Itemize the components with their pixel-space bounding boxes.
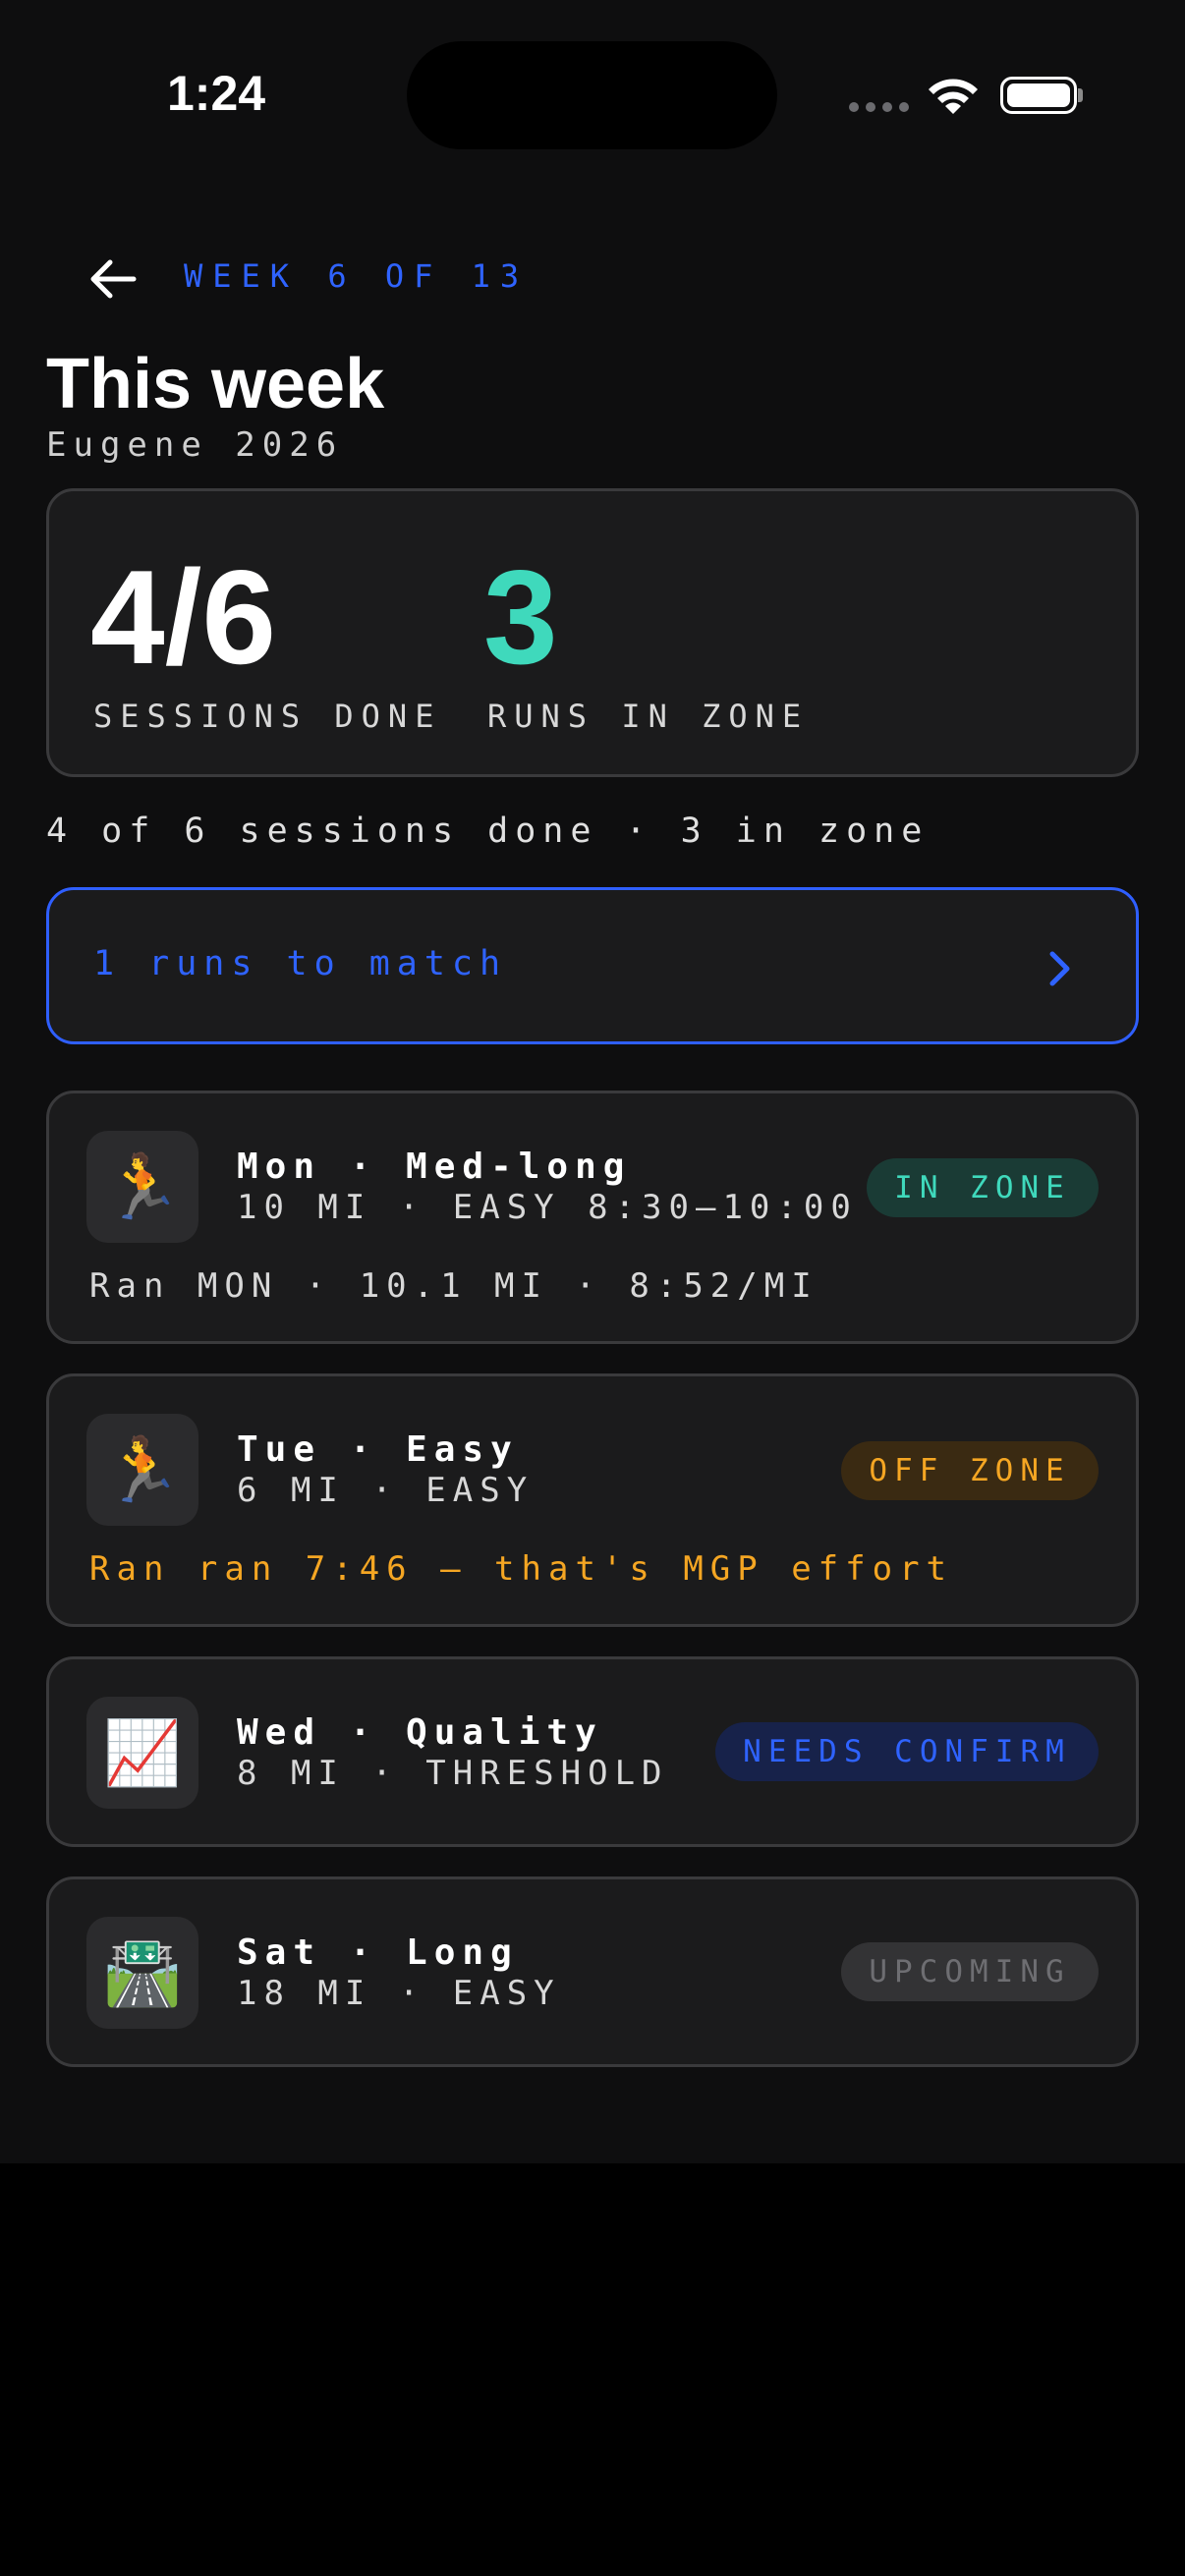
session-note: Ran ran 7:46 — that's MGP effort xyxy=(89,1549,954,1589)
session-subtitle: 18 MI · EASY xyxy=(237,1974,561,2013)
session-card-sat[interactable]: 🛣️ Sat · Long 18 MI · EASY UPCOMING xyxy=(46,1876,1139,2067)
session-title: Wed · Quality xyxy=(237,1712,603,1753)
battery-icon xyxy=(1000,77,1077,114)
status-badge: OFF ZONE xyxy=(841,1441,1099,1500)
session-note: Ran MON · 10.1 MI · 8:52/MI xyxy=(89,1266,818,1306)
week-label: WEEK 6 OF 13 xyxy=(184,257,530,295)
chevron-right-icon xyxy=(1049,951,1070,986)
status-badge: UPCOMING xyxy=(841,1942,1099,2001)
session-subtitle: 10 MI · EASY 8:30–10:00 xyxy=(237,1188,858,1227)
dynamic-island xyxy=(407,41,777,149)
session-subtitle: 6 MI · EASY xyxy=(237,1471,535,1510)
cellular-signal-icon xyxy=(849,102,909,112)
session-title: Mon · Med-long xyxy=(237,1147,632,1187)
sessions-done-value: 4/6 xyxy=(90,542,277,692)
session-title: Sat · Long xyxy=(237,1932,519,1973)
back-arrow-icon[interactable] xyxy=(86,253,138,305)
battery-cap xyxy=(1078,88,1083,102)
sessions-done-label: SESSIONS DONE xyxy=(93,698,442,735)
chart-increasing-icon: 📈 xyxy=(86,1697,198,1809)
session-card-wed[interactable]: 📈 Wed · Quality 8 MI · THRESHOLD NEEDS C… xyxy=(46,1656,1139,1847)
session-title: Tue · Easy xyxy=(237,1429,519,1470)
motorway-icon: 🛣️ xyxy=(86,1917,198,2029)
stats-card: 4/6 3 SESSIONS DONE RUNS IN ZONE xyxy=(46,488,1139,777)
session-card-tue[interactable]: 🏃 Tue · Easy 6 MI · EASY OFF ZONE Ran ra… xyxy=(46,1373,1139,1627)
week-summary: 4 of 6 sessions done · 3 in zone xyxy=(46,812,930,851)
runs-in-zone-value: 3 xyxy=(483,542,558,692)
page-subtitle: Eugene 2026 xyxy=(46,425,344,465)
status-time: 1:24 xyxy=(167,66,266,121)
runs-to-match-label: 1 runs to match xyxy=(93,944,508,983)
runner-icon: 🏃 xyxy=(86,1131,198,1243)
session-card-mon[interactable]: 🏃 Mon · Med-long 10 MI · EASY 8:30–10:00… xyxy=(46,1091,1139,1344)
screen: 1:24 WEEK 6 OF 13 This week Eugene 2026 … xyxy=(0,0,1185,2163)
status-badge: NEEDS CONFIRM xyxy=(715,1722,1099,1781)
runner-icon: 🏃 xyxy=(86,1414,198,1526)
wifi-icon xyxy=(929,79,978,114)
runs-to-match-button[interactable]: 1 runs to match xyxy=(46,887,1139,1044)
status-badge: IN ZONE xyxy=(867,1158,1099,1217)
session-subtitle: 8 MI · THRESHOLD xyxy=(237,1754,669,1793)
page-title: This week xyxy=(46,345,385,423)
runs-in-zone-label: RUNS IN ZONE xyxy=(487,698,810,735)
